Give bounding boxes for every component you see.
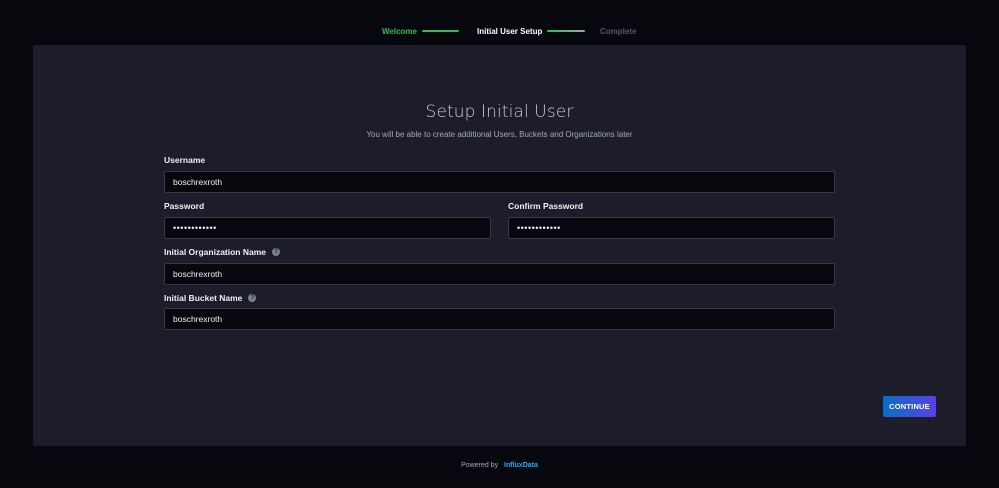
- org-name-label-text: Initial Organization Name: [164, 247, 267, 257]
- page-title: Setup Initial User: [425, 102, 574, 122]
- page-subtitle: You will be able to create additional Us…: [366, 130, 633, 139]
- continue-button[interactable]: CONTINUE: [883, 396, 936, 417]
- step-complete: Complete: [600, 24, 636, 38]
- question-circle-icon[interactable]: ?: [248, 294, 257, 302]
- bucket-name-label: Initial Bucket Name ?: [164, 293, 257, 303]
- bucket-name-label-text: Initial Bucket Name: [164, 293, 243, 303]
- influxdata-link[interactable]: InfluxData: [504, 462, 538, 469]
- username-field[interactable]: [164, 171, 835, 193]
- username-label: Username: [164, 155, 205, 165]
- step-initial-user-setup: Initial User Setup: [477, 24, 586, 38]
- question-circle-icon[interactable]: ?: [272, 248, 281, 256]
- setup-stepper: Welcome Initial User Setup Complete: [0, 24, 999, 38]
- confirm-password-label: Confirm Password: [508, 201, 583, 211]
- password-label-text: Password: [164, 201, 205, 211]
- setup-panel: Setup Initial User You will be able to c…: [33, 45, 966, 446]
- step-initial-user-setup-label: Initial User Setup: [477, 26, 543, 36]
- org-name-field[interactable]: [164, 263, 835, 285]
- bucket-name-field[interactable]: [164, 308, 835, 330]
- step-complete-label: Complete: [600, 26, 637, 36]
- step-welcome-label: Welcome: [382, 26, 417, 36]
- password-field[interactable]: [164, 217, 491, 239]
- org-name-label: Initial Organization Name ?: [164, 247, 281, 257]
- step-welcome: Welcome: [382, 24, 459, 38]
- footer: Powered by InfluxData: [0, 462, 999, 469]
- confirm-password-label-text: Confirm Password: [508, 201, 584, 211]
- username-label-text: Username: [164, 155, 206, 165]
- password-label: Password: [164, 201, 204, 211]
- confirm-password-field[interactable]: [508, 217, 835, 239]
- powered-by-text: Powered by: [461, 462, 499, 469]
- step-connector: [421, 30, 459, 32]
- step-connector: [547, 30, 586, 32]
